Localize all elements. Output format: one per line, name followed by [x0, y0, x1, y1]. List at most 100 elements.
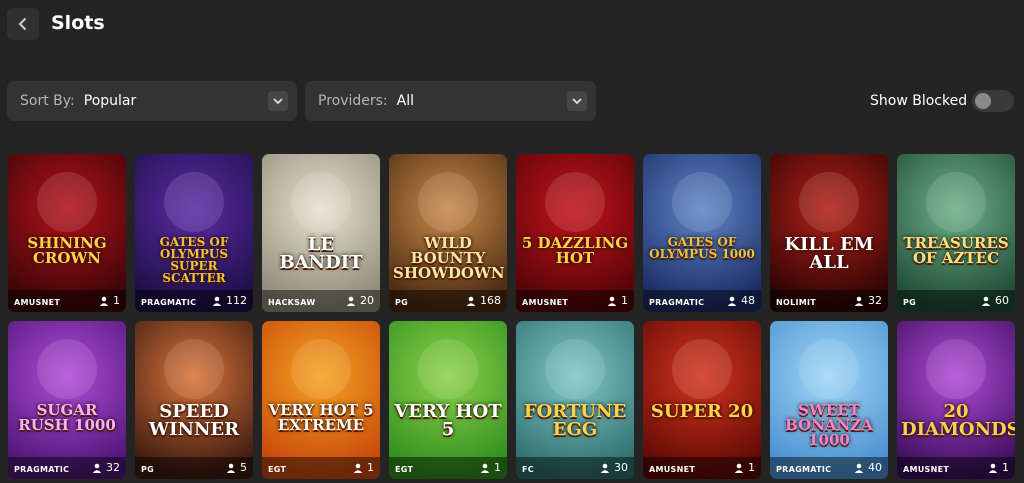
- player-count: 1: [480, 461, 501, 474]
- game-title: FORTUNE EGG: [523, 401, 627, 440]
- provider-logo: AMUSNET: [649, 465, 696, 474]
- user-icon: [854, 463, 864, 473]
- user-icon: [734, 463, 744, 473]
- chevron-down-icon[interactable]: [567, 91, 587, 111]
- game-card[interactable]: KILL EM ALL NOLIMIT 32: [770, 154, 888, 312]
- player-count: 1: [99, 294, 120, 307]
- game-artwork-shape: [926, 339, 986, 399]
- game-footer: AMUSNET 1: [643, 457, 761, 479]
- provider-logo: PRAGMATIC: [141, 298, 197, 307]
- game-footer: AMUSNET 1: [516, 290, 634, 312]
- provider-logo: PG: [903, 298, 917, 307]
- game-title: GATES OF OLYMPUS SUPER SCATTER: [159, 235, 229, 285]
- provider-logo: FC: [522, 465, 534, 474]
- user-icon: [99, 296, 109, 306]
- provider-logo: PRAGMATIC: [14, 465, 70, 474]
- back-button[interactable]: [7, 8, 39, 40]
- provider-logo: PG: [395, 298, 409, 307]
- user-icon: [480, 463, 490, 473]
- provider-logo: PG: [141, 465, 155, 474]
- player-count: 1: [607, 294, 628, 307]
- player-count-value: 1: [1002, 461, 1009, 474]
- game-card[interactable]: SUGAR RUSH 1000 PRAGMATIC 32: [8, 321, 126, 479]
- player-count: 40: [854, 461, 882, 474]
- game-title: GATES OF OLYMPUS 1000: [649, 235, 755, 261]
- game-card[interactable]: TREASURES OF AZTEC PG 60: [897, 154, 1015, 312]
- game-artwork-shape: [799, 172, 859, 232]
- provider-logo: PRAGMATIC: [776, 465, 832, 474]
- game-artwork-shape: [37, 172, 97, 232]
- game-artwork-shape: [291, 339, 351, 399]
- player-count: 48: [727, 294, 755, 307]
- sort-value: Popular: [83, 93, 137, 109]
- player-count: 30: [600, 461, 628, 474]
- player-count: 32: [854, 294, 882, 307]
- player-count-value: 20: [360, 294, 374, 307]
- game-artwork-shape: [418, 172, 478, 232]
- player-count-value: 30: [614, 461, 628, 474]
- game-card[interactable]: 20 DIAMONDS AMUSNET 1: [897, 321, 1015, 479]
- game-card[interactable]: SHINING CROWN AMUSNET 1: [8, 154, 126, 312]
- game-artwork-shape: [37, 339, 97, 399]
- game-card[interactable]: GATES OF OLYMPUS 1000 PRAGMATIC 48: [643, 154, 761, 312]
- game-footer: FC 30: [516, 457, 634, 479]
- game-footer: NOLIMIT 32: [770, 290, 888, 312]
- game-title: SPEED WINNER: [148, 401, 240, 440]
- providers-value: All: [396, 93, 415, 109]
- user-icon: [466, 296, 476, 306]
- game-footer: PRAGMATIC 112: [135, 290, 253, 312]
- game-card[interactable]: SPEED WINNER PG 5: [135, 321, 253, 479]
- game-card[interactable]: WILD BOUNTY SHOWDOWN PG 168: [389, 154, 507, 312]
- game-title: TREASURES OF AZTEC: [903, 234, 1009, 267]
- player-count: 20: [346, 294, 374, 307]
- provider-logo: NOLIMIT: [776, 298, 817, 307]
- provider-logo: AMUSNET: [522, 298, 569, 307]
- player-count: 112: [212, 294, 247, 307]
- game-title: LE BANDIT: [279, 234, 363, 273]
- user-icon: [353, 463, 363, 473]
- user-icon: [92, 463, 102, 473]
- show-blocked-toggle[interactable]: [972, 90, 1014, 112]
- game-artwork-shape: [926, 172, 986, 232]
- user-icon: [346, 296, 356, 306]
- game-artwork-shape: [164, 339, 224, 399]
- game-title: 20 DIAMONDS: [901, 401, 1015, 440]
- game-footer: AMUSNET 1: [8, 290, 126, 312]
- game-footer: PG 5: [135, 457, 253, 479]
- providers-label: Providers:: [318, 93, 388, 109]
- player-count-value: 1: [621, 294, 628, 307]
- game-card[interactable]: VERY HOT 5 EGT 1: [389, 321, 507, 479]
- player-count: 5: [226, 461, 247, 474]
- chevron-down-icon[interactable]: [268, 91, 288, 111]
- page-title: Slots: [51, 12, 105, 34]
- game-footer: HACKSAW 20: [262, 290, 380, 312]
- user-icon: [600, 463, 610, 473]
- game-title: SHINING CROWN: [27, 234, 107, 267]
- game-card[interactable]: SWEET BONANZA 1000 PRAGMATIC 40: [770, 321, 888, 479]
- providers-dropdown[interactable]: Providers: All: [305, 81, 596, 121]
- user-icon: [981, 296, 991, 306]
- game-artwork-shape: [545, 172, 605, 232]
- game-card[interactable]: 5 DAZZLING HOT AMUSNET 1: [516, 154, 634, 312]
- player-count-value: 32: [106, 461, 120, 474]
- game-footer: PRAGMATIC 32: [8, 457, 126, 479]
- provider-logo: EGT: [268, 465, 287, 474]
- game-title: WILD BOUNTY SHOWDOWN: [393, 234, 505, 282]
- provider-logo: HACKSAW: [268, 298, 316, 307]
- game-card[interactable]: GATES OF OLYMPUS SUPER SCATTER PRAGMATIC 1…: [135, 154, 253, 312]
- game-card[interactable]: VERY HOT 5 EXTREME EGT 1: [262, 321, 380, 479]
- player-count: 1: [353, 461, 374, 474]
- game-footer: AMUSNET 1: [897, 457, 1015, 479]
- game-card[interactable]: FORTUNE EGG FC 30: [516, 321, 634, 479]
- player-count-value: 168: [480, 294, 501, 307]
- player-count: 1: [988, 461, 1009, 474]
- game-footer: EGT 1: [389, 457, 507, 479]
- game-title: 5 DAZZLING HOT: [521, 234, 629, 267]
- game-card[interactable]: LE BANDIT HACKSAW 20: [262, 154, 380, 312]
- player-count-value: 1: [748, 461, 755, 474]
- toggle-knob: [975, 93, 991, 109]
- user-icon: [727, 296, 737, 306]
- player-count-value: 5: [240, 461, 247, 474]
- sort-dropdown[interactable]: Sort By: Popular: [7, 81, 297, 121]
- game-card[interactable]: SUPER 20 AMUSNET 1: [643, 321, 761, 479]
